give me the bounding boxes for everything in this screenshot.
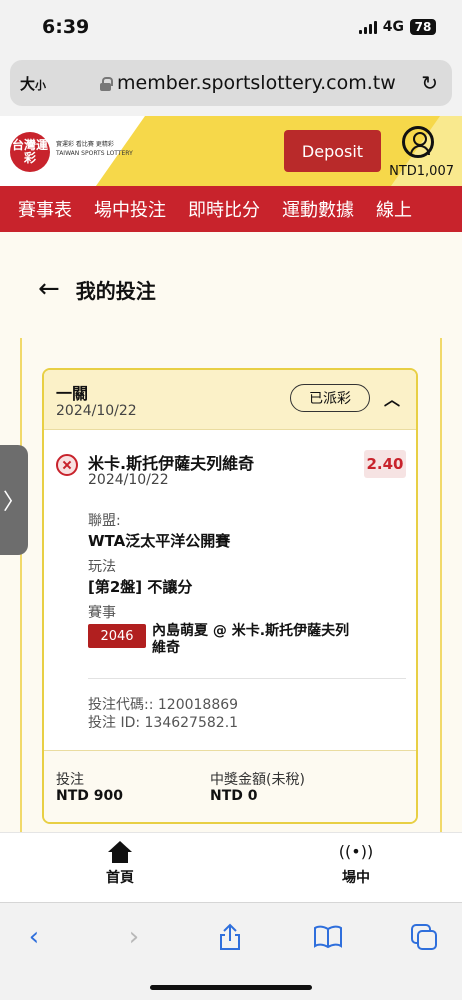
status-indicators: 4G 78	[358, 19, 436, 35]
selection-name: 米卡.斯托伊薩夫列維奇	[88, 454, 255, 473]
bet-id: 投注 ID: 134627582.1	[88, 715, 239, 731]
signal-icon	[358, 20, 377, 34]
url-text: member.sportslottery.com.tw	[117, 72, 396, 94]
nav-item-online[interactable]: 線上	[365, 196, 423, 222]
bet-card: 一關 2024/10/22 已派彩 ︿ 米卡.斯托伊薩夫列維奇 2024/10/…	[42, 368, 418, 824]
nav-item-live-betting[interactable]: 場中投注	[83, 196, 177, 222]
bet-code: 投注代碼:: 120018869	[88, 697, 239, 713]
market-label: 玩法	[88, 559, 116, 575]
battery-icon: 78	[410, 19, 436, 35]
bet-date: 2024/10/22	[56, 403, 137, 419]
site-logo[interactable]: 台灣運彩	[10, 132, 50, 172]
chevron-up-icon[interactable]: ︿	[384, 386, 400, 410]
live-broadcast-icon: ((•))	[338, 842, 374, 861]
bet-card-header[interactable]: 一關 2024/10/22 已派彩 ︿	[44, 370, 416, 430]
account-balance: NTD1,007	[389, 164, 454, 179]
event-label: 賽事	[88, 605, 116, 621]
chevron-right-icon: 〉	[2, 490, 25, 515]
url-field[interactable]: member.sportslottery.com.tw	[100, 72, 396, 94]
site-header: 台灣運彩 實運彩 看比賽 更精彩 TAIWAN SPORTS LOTTERY D…	[0, 116, 462, 186]
main-nav: 賽事表 場中投注 即時比分 運動數據 線上	[0, 186, 462, 232]
back-arrow-icon[interactable]: ←	[38, 274, 60, 304]
side-drawer-handle[interactable]: 〉	[0, 445, 28, 555]
event-code-badge: 2046	[88, 624, 146, 648]
nav-item-sports-data[interactable]: 運動數據	[271, 196, 365, 222]
address-bar[interactable]: 大小 member.sportslottery.com.tw ↻	[10, 60, 452, 106]
bet-summary: 投注 NTD 900 中獎金額(未稅) NTD 0	[44, 750, 416, 822]
bookmarks-icon[interactable]	[310, 921, 346, 953]
reload-icon[interactable]: ↻	[421, 71, 438, 95]
nav-item-schedule[interactable]: 賽事表	[0, 196, 83, 222]
page-header: ← 我的投注	[38, 274, 156, 304]
tab-live-label: 場中	[342, 870, 370, 886]
odds-value: 2.40	[364, 450, 406, 478]
payout-label: 中獎金額(未稅)	[210, 772, 305, 788]
deposit-button[interactable]: Deposit	[284, 130, 381, 172]
nav-item-live-scores[interactable]: 即時比分	[177, 196, 271, 222]
stake-label: 投注	[56, 772, 84, 788]
text-size-button[interactable]: 大小	[20, 73, 46, 94]
event-name: 內島萌夏 @ 米卡.斯托伊薩夫列維奇	[152, 623, 350, 656]
app-bottom-nav: 首頁 ((•)) 場中	[0, 832, 462, 902]
stake-value: NTD 900	[56, 788, 123, 804]
lost-icon	[56, 454, 78, 476]
selection-date: 2024/10/22	[88, 472, 169, 488]
share-icon[interactable]	[212, 921, 248, 953]
clock: 6:39	[42, 16, 90, 38]
main-content: 〉 ← 我的投注 一關 2024/10/22 已派彩 ︿ 米卡.斯托伊薩夫列維奇…	[0, 232, 462, 832]
tab-home-label: 首頁	[106, 870, 134, 886]
divider	[88, 678, 406, 679]
tab-home[interactable]: 首頁	[80, 841, 160, 887]
network-type: 4G	[382, 19, 404, 35]
home-icon	[108, 841, 132, 863]
tabs-icon[interactable]	[406, 921, 442, 953]
status-badge: 已派彩	[290, 384, 370, 412]
logo-tagline: 實運彩 看比賽 更精彩 TAIWAN SPORTS LOTTERY	[56, 141, 133, 157]
league-value: WTA泛太平洋公開賽	[88, 532, 231, 550]
forward-icon[interactable]: ›	[116, 921, 152, 953]
lock-icon	[100, 76, 113, 91]
account-icon[interactable]	[402, 126, 434, 158]
tab-live[interactable]: ((•)) 場中	[316, 841, 396, 887]
status-bar: 6:39 4G 78	[0, 0, 462, 56]
league-label: 聯盟:	[88, 513, 121, 529]
page-title: 我的投注	[75, 278, 156, 303]
payout-value: NTD 0	[210, 788, 258, 804]
bet-type: 一關	[56, 384, 89, 403]
back-icon[interactable]: ‹	[16, 921, 52, 953]
market-value: [第2盤] 不讓分	[88, 578, 193, 596]
home-indicator	[150, 985, 312, 990]
